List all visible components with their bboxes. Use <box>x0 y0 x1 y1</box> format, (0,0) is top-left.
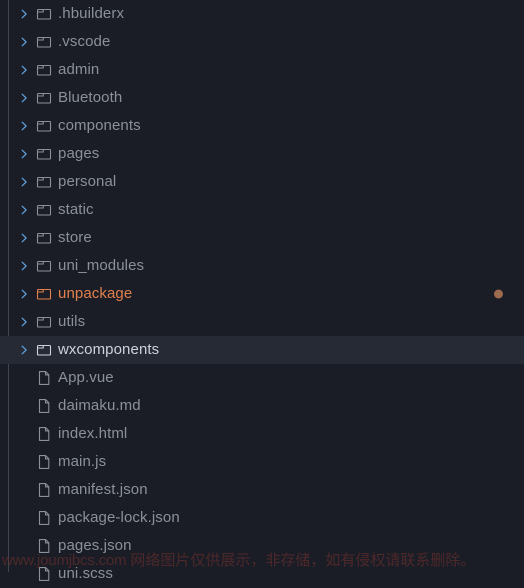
twisty-placeholder <box>15 392 33 420</box>
chevron-right-icon[interactable] <box>15 280 33 308</box>
folder-icon <box>33 56 55 84</box>
tree-item-label: unpackage <box>58 285 133 302</box>
folder-icon <box>33 28 55 56</box>
tree-row-file[interactable]: index.html <box>0 420 524 448</box>
tree-row-folder[interactable]: .hbuilderx <box>0 0 524 28</box>
chevron-right-icon[interactable] <box>15 336 33 364</box>
chevron-right-icon[interactable] <box>15 56 33 84</box>
twisty-placeholder <box>15 364 33 392</box>
tree-row-file[interactable]: daimaku.md <box>0 392 524 420</box>
tree-row-folder[interactable]: pages <box>0 140 524 168</box>
chevron-right-icon[interactable] <box>15 308 33 336</box>
chevron-right-icon[interactable] <box>15 140 33 168</box>
tree-item-label: utils <box>58 313 86 330</box>
file-icon <box>33 364 55 392</box>
status-dot-badge <box>494 289 503 299</box>
tree-item-label: uni_modules <box>58 257 145 274</box>
tree-row-folder[interactable]: personal <box>0 168 524 196</box>
tree-row-file[interactable]: App.vue <box>0 364 524 392</box>
chevron-right-icon[interactable] <box>15 252 33 280</box>
tree-item-label: static <box>58 201 94 218</box>
file-icon <box>33 504 55 532</box>
file-icon <box>33 476 55 504</box>
twisty-placeholder <box>15 448 33 476</box>
tree-row-folder[interactable]: components <box>0 112 524 140</box>
folder-icon <box>33 336 55 364</box>
tree-row-file[interactable]: uni.scss <box>0 560 524 588</box>
tree-item-label: pages.json <box>58 537 132 554</box>
folder-icon <box>33 308 55 336</box>
file-icon <box>33 420 55 448</box>
tree-row-file[interactable]: package-lock.json <box>0 504 524 532</box>
tree-row-folder[interactable]: static <box>0 196 524 224</box>
tree-item-label: Bluetooth <box>58 89 123 106</box>
chevron-right-icon[interactable] <box>15 28 33 56</box>
tree-row-folder[interactable]: store <box>0 224 524 252</box>
tree-row-folder[interactable]: Bluetooth <box>0 84 524 112</box>
tree-item-label: components <box>58 117 141 134</box>
tree-row-file[interactable]: main.js <box>0 448 524 476</box>
tree-row-folder[interactable]: admin <box>0 56 524 84</box>
file-icon <box>33 560 55 588</box>
tree-item-label: pages <box>58 145 100 162</box>
tree-row-file[interactable]: pages.json <box>0 532 524 560</box>
tree-item-label: .hbuilderx <box>58 5 125 22</box>
file-explorer-panel: .hbuilderx .vscode admin Bluetooth component… <box>0 0 524 582</box>
tree-row-file[interactable]: manifest.json <box>0 476 524 504</box>
tree-item-label: App.vue <box>58 369 114 386</box>
folder-icon <box>33 140 55 168</box>
tree-item-label: package-lock.json <box>58 509 180 526</box>
tree-item-label: .vscode <box>58 33 111 50</box>
folder-icon <box>33 0 55 28</box>
file-icon <box>33 532 55 560</box>
tree-item-label: wxcomponents <box>58 341 160 358</box>
tree-row-folder[interactable]: .vscode <box>0 28 524 56</box>
chevron-right-icon[interactable] <box>15 84 33 112</box>
folder-icon <box>33 280 55 308</box>
chevron-right-icon[interactable] <box>15 168 33 196</box>
tree-item-label: store <box>58 229 92 246</box>
tree-item-label: manifest.json <box>58 481 148 498</box>
tree-item-label: uni.scss <box>58 565 113 582</box>
folder-icon <box>33 252 55 280</box>
chevron-right-icon[interactable] <box>15 224 33 252</box>
folder-icon <box>33 112 55 140</box>
tree-item-label: main.js <box>58 453 107 470</box>
tree-item-label: admin <box>58 61 100 78</box>
file-tree[interactable]: .hbuilderx .vscode admin Bluetooth component… <box>0 0 524 588</box>
tree-row-folder[interactable]: utils <box>0 308 524 336</box>
file-icon <box>33 392 55 420</box>
twisty-placeholder <box>15 560 33 588</box>
folder-icon <box>33 168 55 196</box>
folder-icon <box>33 196 55 224</box>
twisty-placeholder <box>15 504 33 532</box>
file-icon <box>33 448 55 476</box>
twisty-placeholder <box>15 532 33 560</box>
tree-item-label: index.html <box>58 425 128 442</box>
tree-row-folder[interactable]: uni_modules <box>0 252 524 280</box>
tree-item-label: personal <box>58 173 117 190</box>
folder-icon <box>33 84 55 112</box>
chevron-right-icon[interactable] <box>15 112 33 140</box>
tree-item-label: daimaku.md <box>58 397 141 414</box>
tree-row-folder[interactable]: unpackage <box>0 280 524 308</box>
twisty-placeholder <box>15 420 33 448</box>
twisty-placeholder <box>15 476 33 504</box>
tree-row-folder[interactable]: wxcomponents <box>0 336 524 364</box>
folder-icon <box>33 224 55 252</box>
chevron-right-icon[interactable] <box>15 0 33 28</box>
chevron-right-icon[interactable] <box>15 196 33 224</box>
